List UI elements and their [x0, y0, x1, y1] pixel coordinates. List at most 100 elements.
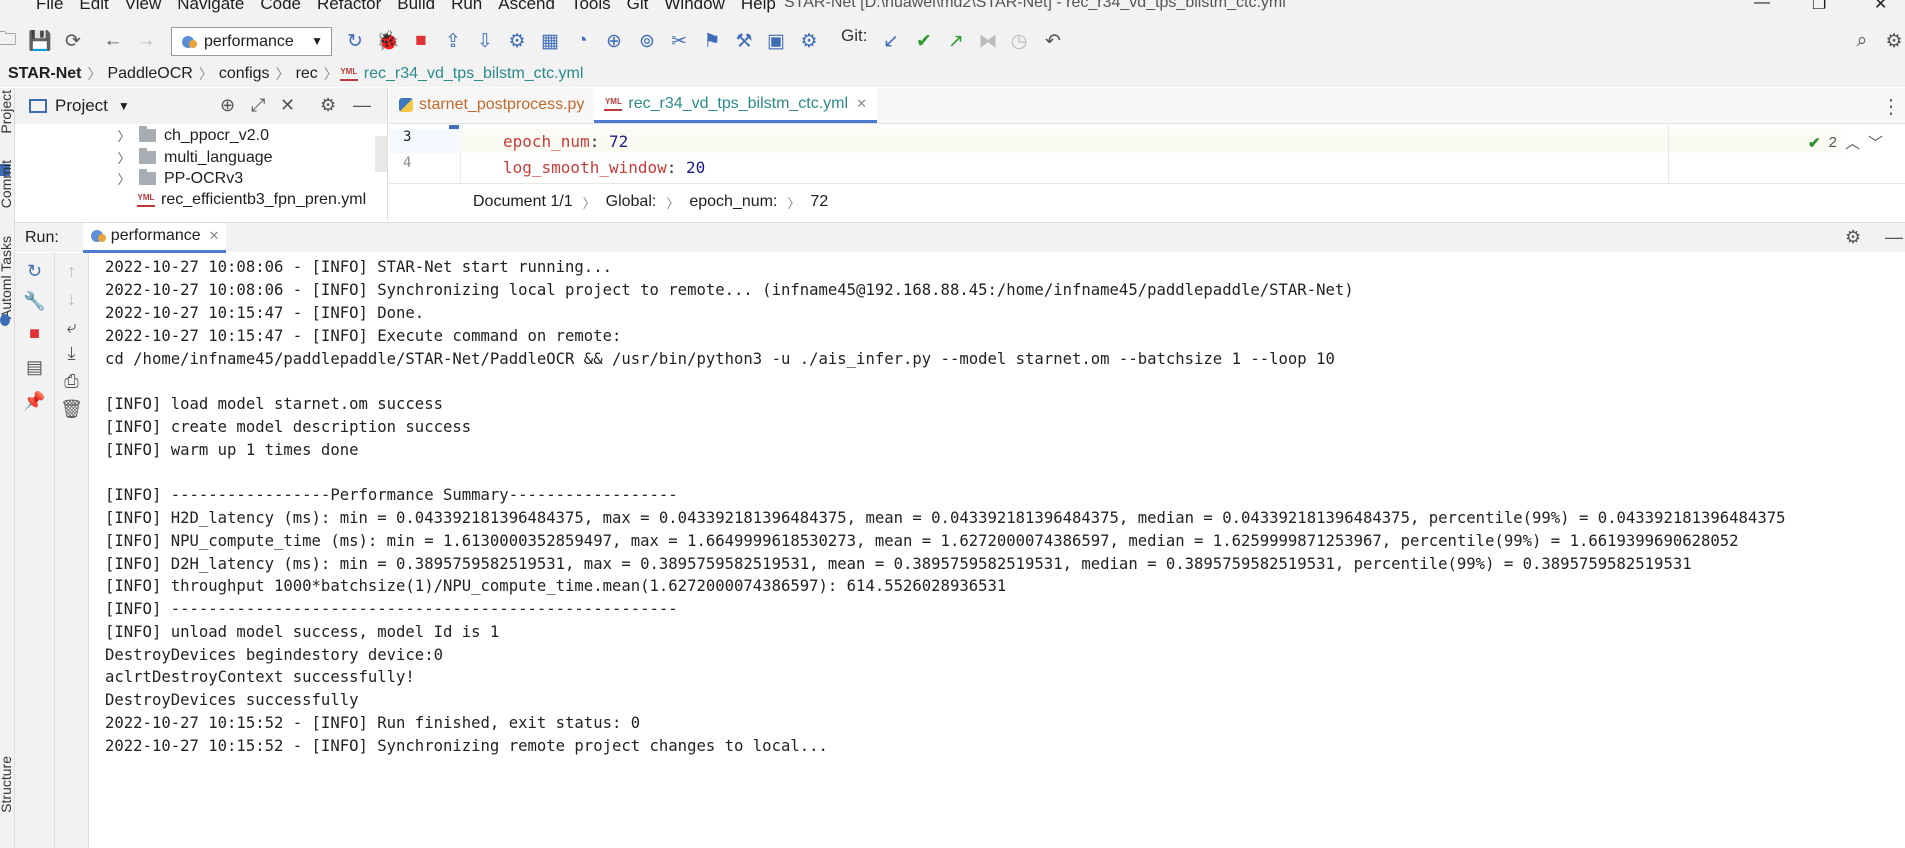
trash-icon[interactable]: 🗑: [55, 399, 88, 420]
download-icon[interactable]: ⇩: [472, 28, 498, 54]
console-line: [INFO] -----------------Performance Summ…: [105, 486, 678, 504]
rerun-icon[interactable]: ↻: [15, 261, 54, 282]
scope-key[interactable]: epoch_num:: [689, 193, 777, 211]
rerun-icon[interactable]: ↻: [342, 28, 368, 54]
scroll-down-icon[interactable]: ↓: [55, 289, 88, 310]
debug-icon[interactable]: 🐞: [375, 28, 401, 54]
menu-item-help[interactable]: Help: [733, 0, 784, 14]
inspection-widget[interactable]: ✔ 2 ︿ ﹀: [1808, 132, 1883, 153]
code-line[interactable]: log_smooth_window: 20: [461, 155, 1841, 179]
menu-item-navigate[interactable]: Navigate: [169, 0, 252, 14]
upload-icon[interactable]: ⇪: [440, 28, 466, 54]
breadcrumb-item[interactable]: configs: [215, 65, 274, 83]
analyze-icon[interactable]: ⊕: [601, 28, 627, 54]
structure-tool-tab[interactable]: Structure: [0, 756, 14, 813]
more-options-icon[interactable]: ⋮: [1881, 94, 1901, 119]
chevron-down-icon[interactable]: ﹀: [1868, 132, 1883, 153]
collapse-all-icon[interactable]: ✕: [280, 95, 295, 116]
stop-icon[interactable]: ■: [15, 323, 54, 344]
soft-wrap-icon[interactable]: ⤶: [55, 317, 88, 338]
close-tab-icon[interactable]: ✕: [209, 228, 220, 244]
git-history-icon[interactable]: ◷: [1006, 28, 1032, 54]
tree-item-folder[interactable]: 〉 PP-OCRv3: [15, 168, 243, 189]
settings-gear-icon[interactable]: ⚙: [320, 95, 336, 116]
chevron-up-icon[interactable]: ︿: [1845, 132, 1860, 153]
tree-item-folder[interactable]: 〉 multi_language: [15, 147, 273, 168]
automl-tool-tab[interactable]: Automl Tasks: [0, 236, 14, 319]
menu-item-tools[interactable]: Tools: [563, 0, 619, 14]
convert-icon[interactable]: ✂: [666, 28, 692, 54]
scope-value[interactable]: 72: [810, 193, 828, 211]
git-compare-icon[interactable]: ⧓: [975, 28, 1001, 54]
breadcrumb-item[interactable]: STAR-Net: [4, 65, 85, 83]
close-tab-icon[interactable]: ✕: [856, 96, 867, 112]
run-config-select[interactable]: performance ▼: [171, 27, 332, 56]
stop-icon[interactable]: ■: [408, 28, 434, 54]
tree-item-file[interactable]: YML rec_efficientb3_fpn_pren.yml: [15, 189, 366, 210]
run-tab-performance[interactable]: performance ✕: [82, 222, 226, 253]
menu-item-file[interactable]: File: [28, 0, 71, 14]
menu-item-refactor[interactable]: Refactor: [309, 0, 389, 14]
compile-icon[interactable]: ⚙: [504, 28, 530, 54]
open-folder-icon[interactable]: 🗀: [0, 28, 20, 54]
settings-gear-icon[interactable]: ⚙: [1845, 227, 1861, 248]
hide-panel-icon[interactable]: —: [353, 95, 371, 116]
chevron-right-icon[interactable]: 〉: [115, 148, 133, 167]
menu-item-build[interactable]: Build: [389, 0, 443, 14]
print-icon[interactable]: ⎙: [55, 371, 88, 392]
git-rollback-icon[interactable]: ↶: [1040, 28, 1066, 54]
git-commit-icon[interactable]: ✔: [911, 28, 937, 54]
chevron-right-icon[interactable]: 〉: [115, 126, 133, 145]
minimize-icon[interactable]: —: [1754, 0, 1770, 12]
model-icon[interactable]: ▦: [537, 28, 563, 54]
breadcrumb-item[interactable]: PaddleOCR: [103, 65, 196, 83]
document-indicator[interactable]: Document 1/1: [473, 193, 573, 211]
menu-item-run[interactable]: Run: [443, 0, 490, 14]
git-update-icon[interactable]: ↙: [878, 28, 904, 54]
wrench-icon[interactable]: 🔧: [15, 291, 54, 312]
menu-item-code[interactable]: Code: [252, 0, 309, 14]
layout-icon[interactable]: ▤: [15, 357, 54, 378]
save-all-icon[interactable]: 💾: [27, 28, 53, 54]
tab-starnet-postprocess[interactable]: starnet_postprocess.py: [389, 87, 594, 123]
tab-rec-r34-yml[interactable]: YML rec_r34_vd_tps_bilstm_ctc.yml ✕: [594, 87, 877, 123]
breadcrumb-item[interactable]: rec: [292, 65, 322, 83]
git-push-icon[interactable]: ↗: [943, 28, 969, 54]
expand-all-icon[interactable]: ⤢: [251, 95, 265, 116]
code-line[interactable]: epoch_num: 72: [461, 129, 1841, 153]
scope-global[interactable]: Global:: [606, 193, 657, 211]
hide-panel-icon[interactable]: —: [1885, 227, 1903, 248]
inspect-icon[interactable]: ⊚: [634, 28, 660, 54]
menu-item-ascend[interactable]: Ascend: [490, 0, 563, 14]
menu-item-view[interactable]: View: [117, 0, 170, 14]
menu-item-window[interactable]: Window: [656, 0, 732, 14]
chevron-down-icon[interactable]: ▼: [118, 99, 130, 113]
menu-item-git[interactable]: Git: [619, 0, 657, 14]
sync-icon[interactable]: ⟳: [60, 28, 86, 54]
deploy-icon[interactable]: ⚑: [699, 28, 725, 54]
project-scrollbar[interactable]: [375, 136, 387, 172]
commit-tool-tab[interactable]: Commit: [0, 160, 14, 208]
breadcrumb-item-file[interactable]: rec_r34_vd_tps_bilstm_ctc.yml: [360, 65, 588, 83]
profiler-icon[interactable]: ◔: [569, 28, 595, 54]
tree-item-folder[interactable]: 〉 ch_ppocr_v2.0: [15, 125, 269, 146]
automl-icon[interactable]: [0, 314, 10, 326]
scroll-to-end-icon[interactable]: ⤓: [55, 343, 88, 364]
package-icon[interactable]: ▣: [763, 28, 789, 54]
project-tool-tab[interactable]: Project: [0, 90, 14, 134]
close-window-icon[interactable]: ✕: [1874, 0, 1887, 14]
settings-gear-icon[interactable]: ⚙: [796, 28, 822, 54]
maximize-icon[interactable]: ❐: [1812, 0, 1826, 14]
project-title[interactable]: Project: [55, 96, 108, 116]
console-output[interactable]: 2022-10-27 10:08:06 - [INFO] STAR-Net st…: [90, 253, 1905, 848]
back-icon[interactable]: ←: [100, 28, 126, 54]
search-icon[interactable]: ⌕: [1849, 28, 1875, 54]
scroll-up-icon[interactable]: ↑: [55, 261, 88, 282]
ide-settings-icon[interactable]: ⚙: [1881, 28, 1905, 54]
locate-icon[interactable]: ⊕: [220, 95, 235, 116]
chevron-right-icon[interactable]: 〉: [115, 169, 133, 188]
menu-item-edit[interactable]: Edit: [71, 0, 116, 14]
tune-icon[interactable]: ⚒: [731, 28, 757, 54]
forward-icon[interactable]: →: [133, 28, 159, 54]
pin-icon[interactable]: 📌: [15, 391, 54, 412]
